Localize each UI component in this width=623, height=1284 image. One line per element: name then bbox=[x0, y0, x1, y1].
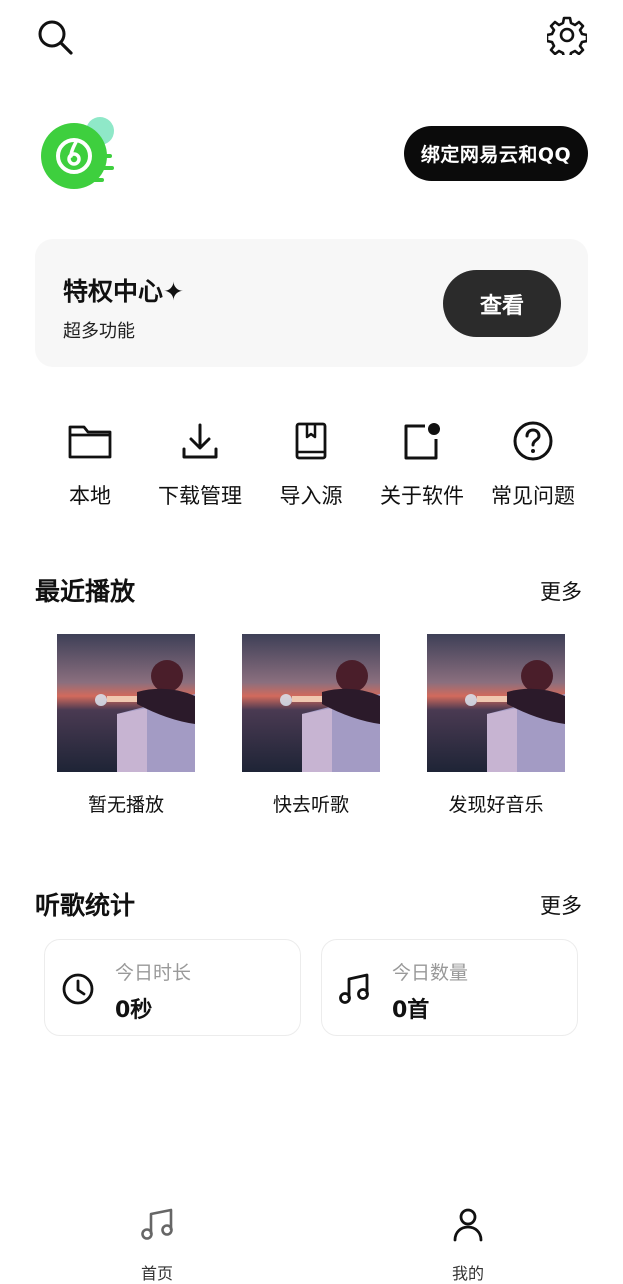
quick-action-label: 常见问题 bbox=[491, 484, 575, 508]
stat-value: 0首 bbox=[392, 998, 430, 1023]
search-icon[interactable] bbox=[32, 14, 78, 60]
recent-section-title: 最近播放 bbox=[35, 577, 136, 606]
quick-action-about[interactable]: 关于软件 bbox=[367, 418, 477, 510]
nav-home-label: 首页 bbox=[140, 1264, 173, 1283]
quick-action-label: 本地 bbox=[69, 484, 111, 508]
music-note-icon bbox=[338, 972, 372, 1010]
recent-more-link[interactable]: 更多 bbox=[540, 576, 582, 606]
nav-mine[interactable]: 我的 bbox=[428, 1206, 508, 1284]
stat-value: 0秒 bbox=[115, 998, 153, 1023]
quick-action-local[interactable]: 本地 bbox=[35, 418, 145, 510]
quick-action-label: 导入源 bbox=[279, 484, 343, 508]
gear-icon[interactable] bbox=[544, 12, 590, 58]
quick-action-label: 下载管理 bbox=[158, 484, 242, 508]
stats-more-link[interactable]: 更多 bbox=[540, 890, 582, 920]
stat-label: 今日数量 bbox=[392, 962, 469, 984]
quick-action-faq[interactable]: 常见问题 bbox=[478, 418, 588, 510]
avatar[interactable] bbox=[36, 116, 120, 192]
privilege-title: 特权中心✦ bbox=[63, 277, 184, 306]
clock-icon bbox=[61, 972, 95, 1010]
album-cover[interactable] bbox=[57, 634, 195, 772]
album-cover[interactable] bbox=[427, 634, 565, 772]
album-label: 暂无播放 bbox=[87, 794, 164, 816]
stat-label: 今日时长 bbox=[115, 962, 192, 984]
user-icon bbox=[450, 1206, 486, 1246]
view-button[interactable]: 查看 bbox=[443, 270, 561, 337]
privilege-card[interactable]: 特权中心✦ 超多功能 查看 bbox=[35, 239, 588, 367]
stat-card-count[interactable]: 今日数量 0首 bbox=[321, 939, 578, 1036]
quick-action-label: 关于软件 bbox=[380, 484, 464, 508]
album-cover[interactable] bbox=[242, 634, 380, 772]
folder-icon bbox=[68, 418, 112, 464]
stats-section-title: 听歌统计 bbox=[35, 891, 136, 920]
bind-account-button[interactable]: 绑定网易云和QQ bbox=[404, 126, 588, 181]
music-note-icon bbox=[139, 1206, 175, 1246]
download-icon bbox=[180, 418, 220, 464]
album-label: 快去听歌 bbox=[272, 794, 349, 816]
quick-action-download[interactable]: 下载管理 bbox=[145, 418, 255, 510]
privilege-subtitle: 超多功能 bbox=[63, 321, 135, 342]
question-icon bbox=[512, 418, 554, 464]
nav-mine-label: 我的 bbox=[451, 1264, 484, 1283]
quick-action-import-source[interactable]: 导入源 bbox=[256, 418, 366, 510]
notification-icon bbox=[401, 418, 443, 464]
book-icon bbox=[294, 418, 328, 464]
stat-card-duration[interactable]: 今日时长 0秒 bbox=[44, 939, 301, 1036]
nav-home[interactable]: 首页 bbox=[117, 1206, 197, 1284]
album-label: 发现好音乐 bbox=[448, 794, 544, 816]
